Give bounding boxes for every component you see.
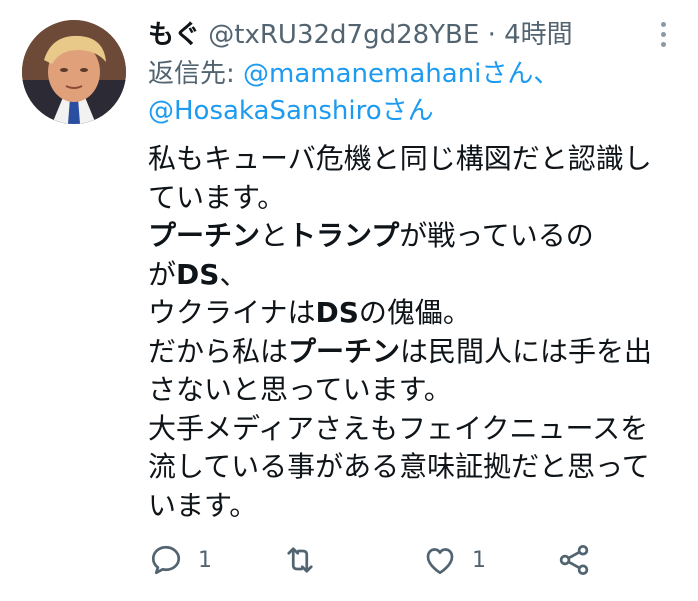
text-span: は民間人には手を出: [400, 334, 653, 368]
tweet-line: がDS、: [148, 256, 668, 295]
tweet-text: 私もキューバ危機と同じ構図だと認識し ています。 プーチンとトランプが戦っている…: [148, 140, 668, 525]
bold-text: プーチン: [148, 219, 261, 252]
reply-icon: [151, 545, 181, 575]
mention-link[interactable]: @mamanemahaniさん、: [243, 59, 559, 89]
text-span: ウクライナは: [148, 296, 316, 329]
retweet-button[interactable]: [282, 538, 332, 582]
tweet-line: 流している事がある意味証拠だと思って: [148, 450, 650, 483]
tweet-line: います。: [148, 488, 258, 522]
text-span: が: [148, 257, 177, 291]
reply-prefix: 返信先:: [148, 59, 244, 89]
bold-text: トランプ: [288, 219, 400, 252]
share-icon: [559, 545, 589, 575]
avatar-image: [22, 20, 126, 124]
text-span: の傀儡。: [358, 296, 471, 329]
text-span: が戦っているの: [399, 219, 594, 252]
mention-link[interactable]: @HosakaSanshiroさん: [148, 96, 434, 126]
text-span: だから私は: [148, 334, 289, 368]
text-span: 、: [219, 257, 248, 291]
user-handle[interactable]: @txRU32d7gd28YBE: [208, 20, 479, 50]
separator-dot: ·: [487, 20, 496, 50]
bold-text: DS: [315, 296, 359, 329]
tweet-actions: 1 1: [148, 538, 668, 582]
timestamp[interactable]: 4時間: [504, 20, 573, 50]
like-button[interactable]: 1: [422, 538, 486, 582]
tweet-line: 私もキューバ危機と同じ構図だと認識し: [148, 142, 652, 175]
reply-count: 1: [198, 547, 212, 573]
reply-to: 返信先: @mamanemahaniさん、 @HosakaSanshiroさん: [148, 56, 678, 130]
share-button[interactable]: [556, 538, 592, 582]
retweet-icon: [287, 547, 313, 573]
bold-text: DS: [176, 257, 220, 291]
display-name[interactable]: もぐ: [148, 20, 200, 50]
bold-text: プーチン: [288, 334, 401, 368]
tweet-line: ウクライナはDSの傀儡。: [148, 294, 668, 333]
text-span: と: [260, 219, 289, 252]
tweet-line: ています。: [148, 180, 286, 214]
tweet-header: もぐ @txRU32d7gd28YBE · 4時間: [148, 18, 628, 52]
tweet-line: 大手メディアさえもフェイクニュースを: [148, 411, 649, 445]
like-icon: [426, 548, 454, 575]
tweet-line: だから私はプーチンは民間人には手を出: [148, 333, 668, 372]
more-icon[interactable]: [660, 22, 668, 50]
like-count: 1: [472, 547, 486, 573]
avatar[interactable]: [22, 20, 126, 124]
reply-button[interactable]: 1: [148, 538, 212, 582]
tweet-line: さないと思っています。: [148, 373, 452, 406]
tweet-line: プーチンとトランプが戦っているの: [148, 217, 668, 256]
